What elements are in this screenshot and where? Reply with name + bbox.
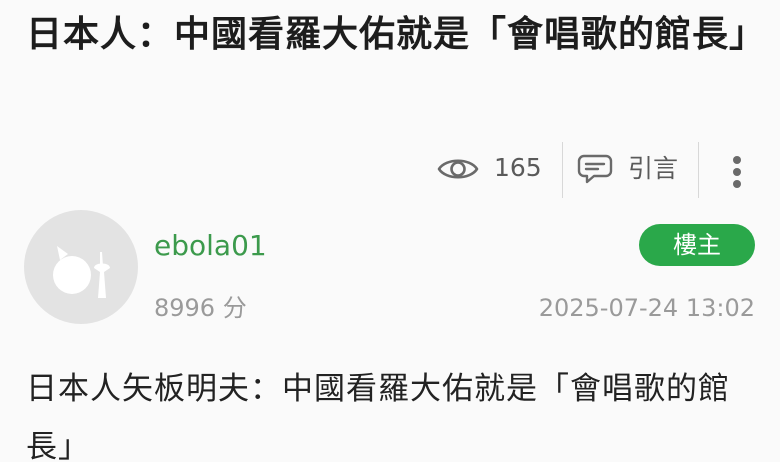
default-avatar-icon	[53, 246, 110, 298]
author-points: 8996 分	[154, 294, 247, 322]
meta-divider	[562, 142, 563, 198]
op-badge: 樓主	[639, 224, 755, 266]
eye-icon	[437, 154, 479, 184]
avatar[interactable]	[24, 210, 138, 324]
chat-bubbles-icon	[576, 153, 616, 187]
post-page: 日本人：中國看羅大佑就是「會唱歌的館長」 165 引言 ebola01 8996…	[0, 0, 780, 462]
vertical-ellipsis-icon	[733, 168, 741, 176]
quote-label: 引言	[628, 154, 679, 183]
vertical-ellipsis-icon	[733, 156, 741, 164]
quote-button[interactable]: 引言	[574, 144, 686, 194]
author-username[interactable]: ebola01	[154, 226, 267, 266]
post-meta-bar: 165 引言	[0, 142, 780, 198]
view-count: 165	[494, 153, 542, 182]
vertical-ellipsis-icon	[733, 180, 741, 188]
post-title: 日本人：中國看羅大佑就是「會唱歌的館長」	[26, 14, 767, 55]
post-timestamp: 2025-07-24 13:02	[538, 294, 755, 322]
meta-divider	[698, 142, 699, 198]
post-content: 日本人矢板明夫：中國看羅大佑就是「會唱歌的館長」	[26, 371, 730, 462]
more-options-button[interactable]	[724, 152, 750, 192]
